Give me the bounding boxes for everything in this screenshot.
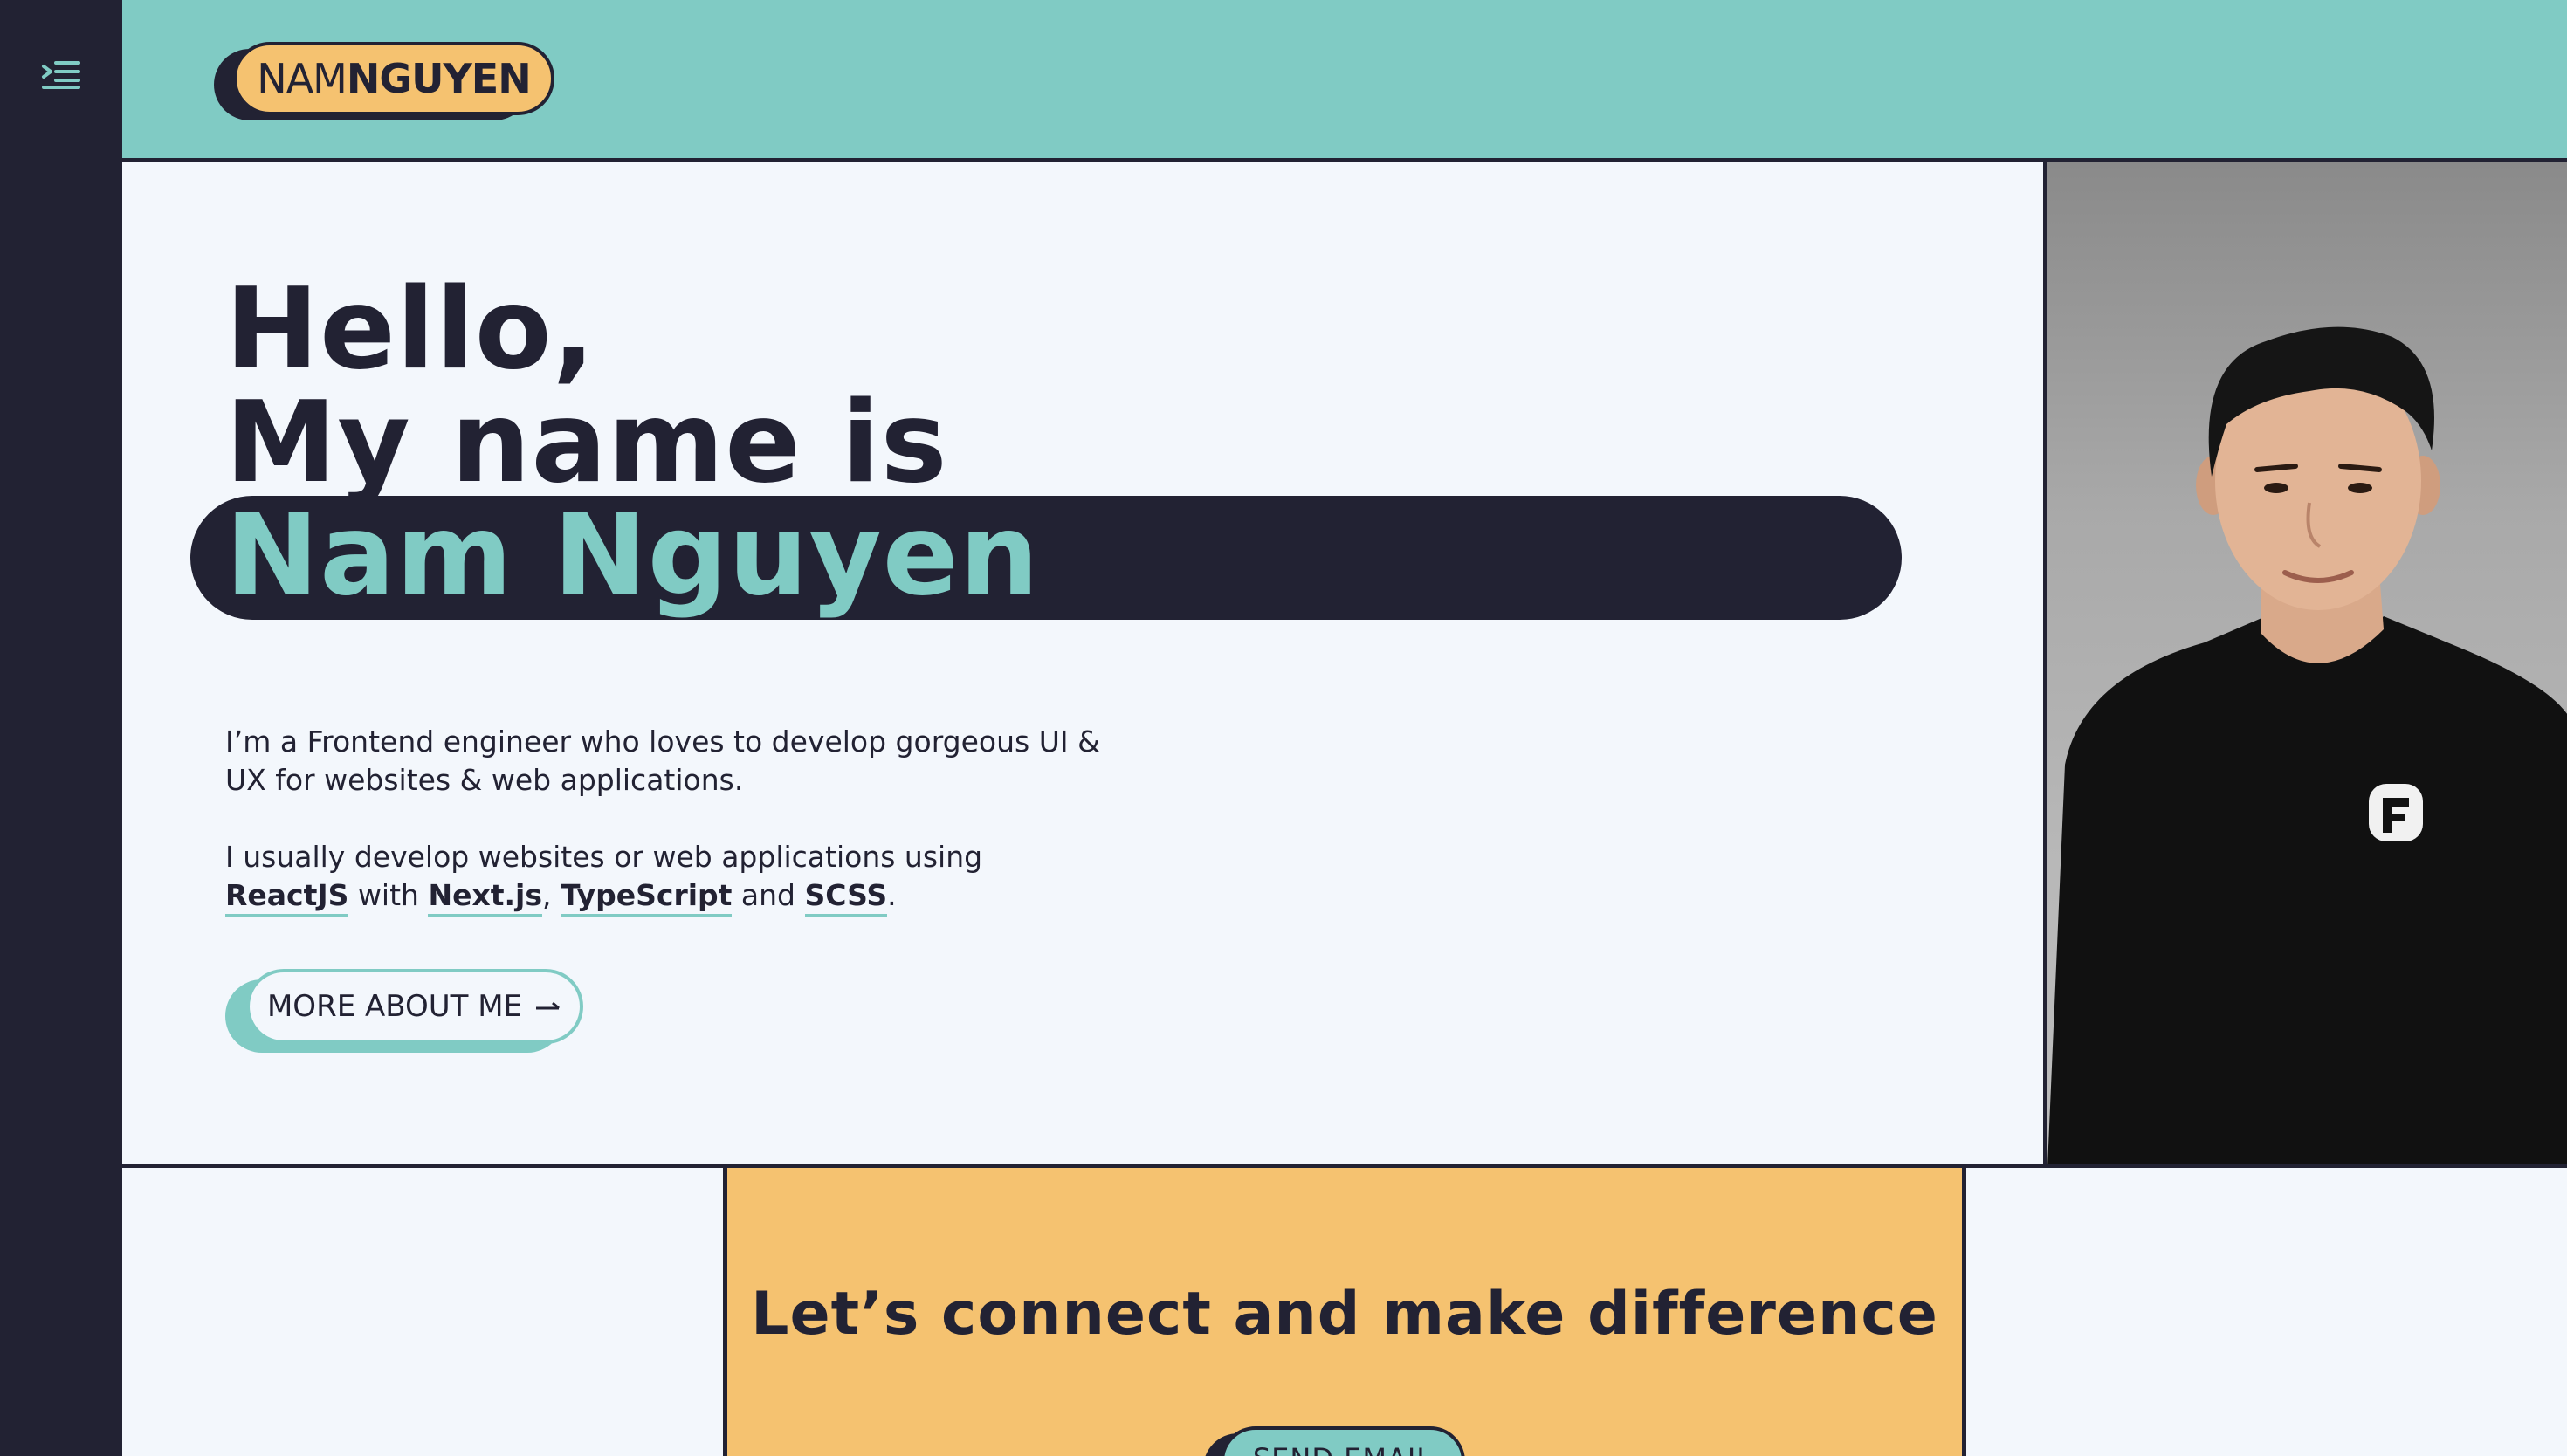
stack-line-1: I usually develop websites or web applic… (225, 840, 983, 874)
stack-paragraph: I usually develop websites or web applic… (225, 838, 1186, 917)
send-button-label: SEND EMAIL (1253, 1442, 1433, 1456)
more-button-label: MORE ABOUT ME (266, 989, 523, 1024)
tech-typescript-link[interactable]: TypeScript (561, 878, 733, 917)
intro-line-1: I’m a Frontend engineer who loves to dev… (225, 725, 1100, 759)
bottom-right-panel (1966, 1168, 2567, 1456)
cta-title: Let’s connect and make difference (751, 1280, 1938, 1349)
send-email-button[interactable]: SEND EMAIL (1203, 1426, 1465, 1456)
stack-comma: , (542, 878, 561, 912)
stack-word-with: with (348, 878, 429, 912)
profile-photo (2043, 162, 2567, 1167)
stack-period: . (887, 878, 897, 912)
logo-first-name: NAM (257, 55, 348, 102)
more-button-face: MORE ABOUT ME (246, 969, 583, 1044)
stack-line-2: ReactJS with Next.js, TypeScript and SCS… (225, 876, 1186, 917)
sidebar (0, 0, 122, 1456)
top-header: NAM NGUYEN (122, 0, 2567, 162)
tech-nextjs-link[interactable]: Next.js (428, 878, 543, 917)
menu-button[interactable] (40, 58, 82, 93)
more-about-me-button[interactable]: MORE ABOUT ME (225, 969, 583, 1053)
greeting-line-1: Hello, (225, 264, 596, 395)
tech-reactjs-link[interactable]: ReactJS (225, 878, 349, 917)
intro-line-2: UX for websites & web applications. (225, 763, 744, 797)
intro-paragraph: I’m a Frontend engineer who loves to dev… (225, 723, 1186, 800)
stack-word-and: and (732, 878, 805, 912)
greeting-line-2: My name is (225, 378, 948, 508)
logo: NAM NGUYEN (233, 42, 554, 115)
send-button-face: SEND EMAIL (1221, 1426, 1465, 1456)
hero-name: Nam Nguyen (225, 491, 1040, 621)
logo-link[interactable]: NAM NGUYEN (214, 42, 554, 120)
bottom-left-panel (122, 1168, 723, 1456)
logo-last-name: NGUYEN (346, 55, 532, 102)
indent-menu-icon (42, 61, 80, 89)
tech-scss-link[interactable]: SCSS (804, 878, 888, 917)
contact-cta-section: Let’s connect and make difference SEND E… (723, 1168, 1966, 1456)
arrow-right-icon (536, 1001, 560, 1010)
portrait-illustration (2047, 326, 2567, 1167)
